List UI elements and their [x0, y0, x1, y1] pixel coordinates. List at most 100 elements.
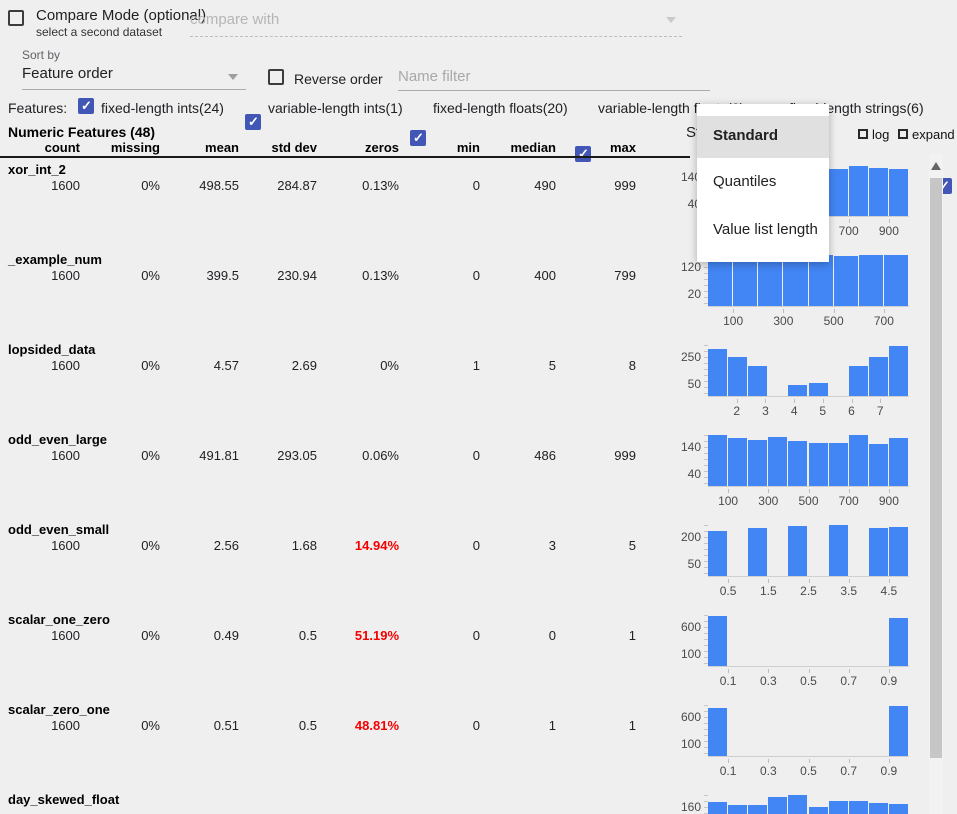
x-axis-tick-label: 3.5 [829, 584, 869, 598]
histogram-bar [889, 804, 908, 814]
sort-by-select-value[interactable]: Feature order [22, 65, 113, 82]
histogram-plot[interactable] [708, 255, 909, 307]
y-axis-tick-label: 600 [670, 710, 701, 724]
expand-checkbox[interactable] [898, 129, 908, 139]
name-filter-input[interactable]: Name filter [398, 68, 471, 85]
histogram-plot[interactable] [708, 435, 909, 487]
histogram-bar [758, 255, 782, 306]
x-axis-tick-label: 4.5 [869, 584, 909, 598]
histogram-bar [788, 795, 807, 814]
x-axis-tick-label: 500 [789, 494, 829, 508]
y-axis-tick-label: 20 [670, 287, 701, 301]
y-axis-tick-label: 600 [670, 620, 701, 634]
feature-histogram: 6001000.10.30.50.70.9 [670, 700, 920, 786]
scrollbar-thumb[interactable] [930, 178, 942, 758]
compare-mode-label: Compare Mode (optional) [36, 7, 206, 24]
log-checkbox[interactable] [858, 129, 868, 139]
compare-mode-checkbox[interactable] [8, 10, 24, 26]
x-axis-tick [728, 669, 729, 673]
histogram-bar [849, 166, 868, 216]
x-axis-tick [849, 219, 850, 223]
feature-name: _example_num [8, 252, 102, 267]
section-title: Numeric Features (48) [8, 124, 155, 140]
x-axis-tick-label: 500 [814, 314, 854, 328]
x-axis-tick-label: 300 [748, 494, 788, 508]
feature-type-label: fixed-length floats(20) [433, 100, 568, 116]
histogram-bar [889, 438, 908, 486]
chevron-down-icon[interactable] [666, 17, 676, 23]
x-axis-tick [768, 579, 769, 583]
compare-mode-sublabel: select a second dataset [36, 25, 162, 39]
histogram-bar [748, 366, 767, 396]
y-axis-tick-label: 50 [670, 377, 701, 391]
x-axis-tick [884, 309, 885, 313]
x-axis-tick-label: 0.9 [869, 764, 909, 778]
x-axis-tick-label: 0.1 [708, 764, 748, 778]
histogram-bar [889, 527, 908, 576]
y-axis-tick-label: 200 [670, 530, 701, 544]
histogram-bar [783, 256, 807, 306]
histogram-bar [708, 531, 727, 576]
cell-max: 799 [536, 268, 636, 283]
menu-item-standard[interactable]: Standard [713, 127, 778, 144]
histogram-plot[interactable] [708, 525, 909, 577]
x-axis-tick-label: 700 [864, 314, 904, 328]
histogram-bar [869, 168, 888, 216]
feature-type-label: variable-length ints(1) [268, 100, 403, 116]
x-axis-tick [889, 489, 890, 493]
compare-with-select[interactable] [190, 36, 682, 37]
sort-by-select-underline [22, 89, 246, 90]
table-row: odd_even_small 1600 0% 2.56 1.68 14.94% … [0, 520, 957, 610]
feature-name: day_skewed_float [8, 792, 119, 807]
reverse-order-checkbox[interactable] [268, 69, 284, 85]
histogram-bar [809, 383, 828, 396]
x-axis-tick-label: 0.1 [708, 674, 748, 688]
chart-type-menu: Standard Quantiles Value list length [697, 104, 829, 262]
sort-by-caption: Sort by [22, 48, 60, 62]
menu-item-quantiles[interactable]: Quantiles [713, 173, 776, 190]
histogram-bar [733, 256, 757, 306]
scroll-up-arrow-icon[interactable] [931, 162, 941, 170]
x-axis-tick-label: 0.9 [869, 674, 909, 688]
x-axis-tick [809, 759, 810, 763]
cell-max: 1 [536, 718, 636, 733]
table-row: scalar_zero_one 1600 0% 0.51 0.5 48.81% … [0, 700, 957, 790]
x-axis-tick-label: 7 [860, 404, 900, 418]
histogram-plot[interactable] [708, 795, 909, 814]
histogram-bar [728, 357, 747, 396]
feature-name: odd_even_large [8, 432, 107, 447]
histogram-bar [748, 805, 767, 814]
x-axis-tick-label: 300 [763, 314, 803, 328]
table-row: day_skewed_float 160 [0, 790, 957, 814]
histogram-bar [809, 443, 828, 486]
x-axis-tick [768, 669, 769, 673]
x-axis-tick-label: 0.5 [708, 584, 748, 598]
table-row: _example_num 1600 0% 399.5 230.94 0.13% … [0, 250, 957, 340]
histogram-bar [829, 169, 848, 216]
column-header-max: max [536, 140, 636, 155]
histogram-plot[interactable] [708, 345, 909, 397]
feature-type-checkbox-fixed-ints[interactable] [78, 98, 94, 114]
y-axis-tick-label: 250 [670, 350, 701, 364]
histogram-bar [728, 438, 747, 486]
histogram-plot[interactable] [708, 615, 909, 667]
x-axis-tick [765, 399, 766, 403]
x-axis-tick [809, 489, 810, 493]
x-axis-tick-label: 900 [869, 224, 909, 238]
x-axis-tick-label: 700 [829, 494, 869, 508]
x-axis-tick-label: 0.7 [829, 764, 869, 778]
histogram-bar [748, 528, 767, 576]
chevron-down-icon[interactable] [228, 74, 238, 80]
x-axis-tick [794, 399, 795, 403]
feature-histogram: 25050234567 [670, 340, 920, 426]
y-axis-tick-label: 100 [670, 647, 701, 661]
x-axis-tick [737, 399, 738, 403]
x-axis-tick [849, 759, 850, 763]
x-axis-tick [768, 489, 769, 493]
histogram-plot[interactable] [708, 705, 909, 757]
feature-histogram: 14040100300500700900 [670, 430, 920, 516]
x-axis-tick [880, 399, 881, 403]
cell-max: 5 [536, 538, 636, 553]
menu-item-value-list-length[interactable]: Value list length [713, 221, 818, 238]
x-axis-tick-label: 2.5 [789, 584, 829, 598]
